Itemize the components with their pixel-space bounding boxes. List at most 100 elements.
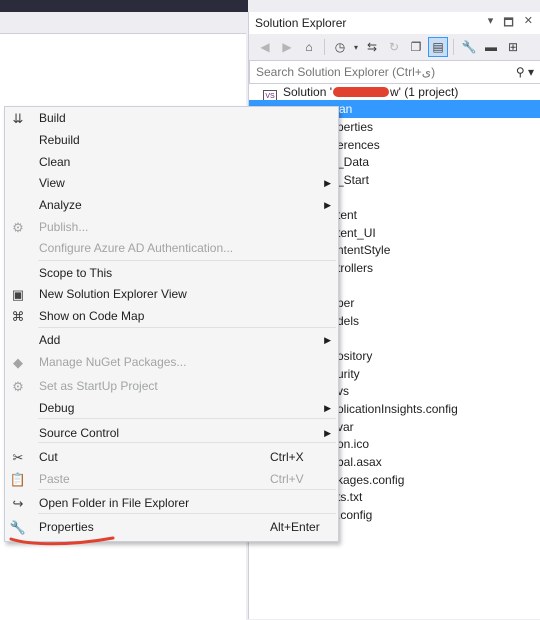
menu-item-add[interactable]: Add ▶ <box>5 330 338 351</box>
menu-item-label: Set as StartUp Project <box>39 379 158 393</box>
tree-item-label: tent_UI <box>337 226 376 240</box>
menu-item-label: Show on Code Map <box>39 309 145 323</box>
menu-item-label: Open Folder in File Explorer <box>39 496 190 510</box>
tree-item[interactable]: trollers <box>337 259 373 277</box>
tree-item[interactable]: on.ico <box>337 435 369 453</box>
view-class-diagram-icon[interactable]: ⊞ <box>503 37 523 57</box>
menu-item-label: Cut <box>39 450 58 464</box>
open-folder-icon: ↪ <box>12 496 24 511</box>
project-context-menu: ⇊ Build Rebuild Clean View ▶ Analyze ▶ ⚙ Publish.… <box>4 106 339 542</box>
menu-item-properties[interactable]: 🔧 Properties Alt+Enter <box>5 517 338 538</box>
tree-item[interactable]: _Data <box>337 153 369 171</box>
menu-item-analyze[interactable]: Analyze ▶ <box>5 195 338 216</box>
menu-item-debug[interactable]: Debug ▶ <box>5 398 338 419</box>
menu-item-shortcut: Ctrl+V <box>270 472 304 486</box>
submenu-arrow-icon: ▶ <box>324 178 331 188</box>
tree-item[interactable]: tent_UI <box>337 224 376 242</box>
menu-item-label: Manage NuGet Packages... <box>39 355 187 369</box>
menu-item-new-solution-explorer-view[interactable]: ▣ New Solution Explorer View <box>5 284 338 305</box>
menu-item-open-folder-in-file-explorer[interactable]: ↪ Open Folder in File Explorer <box>5 493 338 514</box>
refresh-icon[interactable]: ↻ <box>384 37 404 57</box>
menu-item-label: Scope to This <box>39 266 113 280</box>
tree-item[interactable]: urity <box>337 365 360 383</box>
pending-changes-filter-icon[interactable]: ◷ <box>330 37 350 57</box>
back-icon[interactable]: ◀ <box>255 37 275 57</box>
menu-item-publish[interactable]: ⚙ Publish... <box>5 217 338 238</box>
window-position-dropdown-icon[interactable]: ▾ <box>488 14 494 33</box>
solution-explorer-toolbar: ◀ ▶ ⌂ ◷ ▾ ⇆ ↻ ❐ ▤ 🔧 ▬ ⊞ <box>249 34 540 60</box>
menu-item-label: New Solution Explorer View <box>39 287 187 301</box>
tree-item-label: _Start <box>337 173 370 187</box>
redaction-mark <box>333 87 389 97</box>
tree-item[interactable]: olicationInsights.config <box>337 400 458 418</box>
menu-item-paste[interactable]: 📋 Paste Ctrl+V <box>5 469 338 490</box>
menu-item-shortcut: Ctrl+X <box>270 450 304 464</box>
menu-item-show-on-code-map[interactable]: ⌘ Show on Code Map <box>5 306 338 327</box>
publish-icon: ⚙ <box>12 220 24 235</box>
menu-item-source-control[interactable]: Source Control ▶ <box>5 423 338 444</box>
menu-item-rebuild[interactable]: Rebuild <box>5 130 338 151</box>
tree-item[interactable]: ository <box>337 347 372 365</box>
menu-separator <box>38 260 336 261</box>
submenu-arrow-icon: ▶ <box>324 335 331 345</box>
tree-item[interactable]: ntentStyle <box>337 241 390 259</box>
gear-icon: ⚙ <box>12 379 24 394</box>
tree-item[interactable]: .config <box>337 506 372 524</box>
filter-dropdown-icon[interactable]: ▾ <box>352 37 360 57</box>
properties-wrench-icon[interactable]: 🔧 <box>459 37 479 57</box>
sync-with-document-icon[interactable]: ⇆ <box>362 37 382 57</box>
menu-item-clean[interactable]: Clean <box>5 152 338 173</box>
tree-item-label: ts.txt <box>337 490 363 504</box>
tree-item[interactable]: erences <box>337 136 380 154</box>
tree-item[interactable]: _Start <box>337 171 369 189</box>
tree-item[interactable]: bal.asax <box>337 453 382 471</box>
tree-item[interactable]: perties <box>337 118 373 136</box>
menu-item-label: Build <box>39 111 66 125</box>
new-view-icon: ▣ <box>11 287 25 302</box>
search-icon[interactable]: ⚲ ▾ <box>516 65 534 79</box>
tree-item[interactable]: tent <box>337 206 357 224</box>
toolbar-separator <box>453 39 454 55</box>
preview-selected-icon[interactable]: ▬ <box>481 37 501 57</box>
show-all-files-icon[interactable]: ▤ <box>428 37 448 57</box>
menu-item-label: Clean <box>39 155 71 169</box>
solution-prefix: Solution ' <box>283 85 332 99</box>
tree-item-label: dels <box>337 314 360 328</box>
red-underline-annotation <box>9 536 115 546</box>
menu-item-view[interactable]: View ▶ <box>5 173 338 194</box>
collapse-all-icon[interactable]: ❐ <box>406 37 426 57</box>
tree-item-label: ntentStyle <box>337 243 391 257</box>
menu-item-manage-nuget-packages[interactable]: ◆ Manage NuGet Packages... <box>5 352 338 373</box>
tree-item-label: olicationInsights.config <box>337 402 458 416</box>
tree-item[interactable]: dels <box>337 312 359 330</box>
menu-item-label: Properties <box>39 520 94 534</box>
tree-item[interactable]: per <box>337 294 354 312</box>
tree-item[interactable]: var <box>337 418 354 436</box>
code-map-icon: ⌘ <box>11 309 25 324</box>
solution-node[interactable]: VS Solution ' w' (1 project) <box>263 83 458 103</box>
menu-separator <box>38 327 336 328</box>
home-icon[interactable]: ⌂ <box>299 37 319 57</box>
menu-item-label: Configure Azure AD Authentication... <box>39 241 234 255</box>
auto-hide-pin-icon[interactable]: 🗖 <box>503 14 513 33</box>
close-icon[interactable]: ✕ <box>524 14 533 33</box>
tree-item-label: urity <box>337 367 360 381</box>
forward-icon[interactable]: ▶ <box>277 37 297 57</box>
tree-item-label: erences <box>337 138 380 152</box>
menu-item-cut[interactable]: ✂ Cut Ctrl+X <box>5 447 338 468</box>
menu-item-set-as-startup-project[interactable]: ⚙ Set as StartUp Project <box>5 376 338 397</box>
tree-item-label: kages.config <box>337 473 405 487</box>
toolbar-separator <box>324 39 325 55</box>
menu-item-configure-azure-ad-authentication[interactable]: Configure Azure AD Authentication... <box>5 238 338 259</box>
solution-explorer-titlebar: Solution Explorer ▾ 🗖 ✕ <box>249 12 540 34</box>
nuget-icon: ◆ <box>13 355 23 370</box>
editor-tab-strip <box>0 0 248 12</box>
tree-item[interactable]: kages.config <box>337 471 404 489</box>
menu-item-label: Source Control <box>39 426 120 440</box>
menu-item-scope-to-this[interactable]: Scope to This <box>5 263 338 284</box>
menu-item-shortcut: Alt+Enter <box>270 520 320 534</box>
menu-item-build[interactable]: ⇊ Build <box>5 108 338 129</box>
search-input[interactable] <box>256 65 516 79</box>
tree-item[interactable]: ts.txt <box>337 488 362 506</box>
solution-explorer-title: Solution Explorer <box>255 16 347 30</box>
